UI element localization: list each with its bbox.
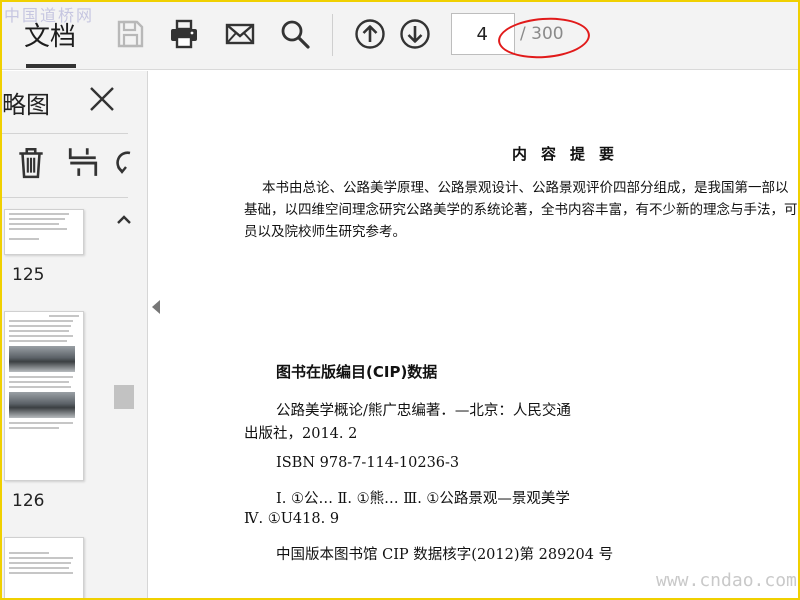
close-icon[interactable]: [86, 83, 118, 115]
cip-line: 公路美学概论/熊广忠编著．—北京：人民交通: [276, 403, 571, 419]
summary-line: 员以及院校师生研究参考。: [244, 224, 406, 240]
thumbnail-sidebar: 略图 125 126: [2, 71, 148, 598]
previous-page-button[interactable]: [352, 16, 388, 52]
summary-line: 本书由总论、公路美学原理、公路景观设计、公路景观评价四部分组成，是我国第一部以: [262, 180, 789, 196]
arrow-down-icon: [400, 19, 430, 49]
sidebar-title: 略图: [2, 91, 50, 119]
thumbnail-scrollbar[interactable]: [112, 207, 136, 598]
summary-line: 基础，以四维空间理念研究公路美学的系统论著，全书内容丰富，有不少新的理念与手法，…: [244, 202, 798, 218]
page-thumbnail[interactable]: [4, 209, 84, 255]
print-icon: [171, 19, 197, 49]
crop-icon[interactable]: [66, 145, 100, 179]
tab-document[interactable]: 文档: [24, 16, 76, 53]
page-thumbnail[interactable]: [4, 311, 84, 481]
sidebar-divider: [2, 197, 128, 198]
watermark-bottom: www.cndao.com: [656, 570, 797, 591]
rotate-icon[interactable]: [112, 145, 132, 179]
scrollbar-thumb[interactable]: [114, 385, 134, 409]
print-button[interactable]: [166, 16, 202, 52]
toolbar-divider: [332, 14, 333, 56]
tab-active-indicator: [26, 64, 76, 68]
sidebar-divider: [2, 133, 128, 134]
chevron-up-icon[interactable]: [115, 211, 133, 229]
cip-line: 出版社，2014. 2: [244, 426, 358, 442]
next-page-button[interactable]: [397, 16, 433, 52]
search-icon: [281, 20, 310, 49]
arrow-up-icon: [355, 19, 385, 49]
summary-title: 内容提要: [512, 145, 629, 163]
mail-icon: [225, 23, 255, 45]
cip-heading: 图书在版编目(CIP)数据: [276, 363, 438, 381]
thumbnail-page-number: 126: [12, 491, 45, 511]
reader-window: 中国道桥网 文档 4 / 300 略图 125 126 内容提要 本书由总论、公…: [2, 2, 798, 598]
cip-line: Ⅰ. ①公… Ⅱ. ①熊… Ⅲ. ①公路景观—景观美学: [276, 491, 570, 507]
collapse-sidebar-icon[interactable]: [150, 298, 162, 316]
trash-icon[interactable]: [14, 145, 48, 179]
document-page: 内容提要 本书由总论、公路美学原理、公路景观设计、公路景观评价四部分组成，是我国…: [166, 71, 798, 598]
thumbnail-page-number: 125: [12, 265, 45, 285]
save-button[interactable]: [112, 16, 148, 52]
email-button[interactable]: [222, 16, 258, 52]
toolbar: 中国道桥网 文档 4 / 300: [2, 2, 798, 70]
cip-line: 中国版本图书馆 CIP 数据核字(2012)第 289204 号: [276, 547, 614, 563]
page-thumbnail[interactable]: [4, 537, 84, 598]
cip-line: Ⅳ. ①U418. 9: [244, 511, 340, 527]
search-button[interactable]: [277, 16, 313, 52]
save-icon: [117, 20, 144, 48]
cip-line: ISBN 978-7-114-10236-3: [276, 455, 460, 471]
